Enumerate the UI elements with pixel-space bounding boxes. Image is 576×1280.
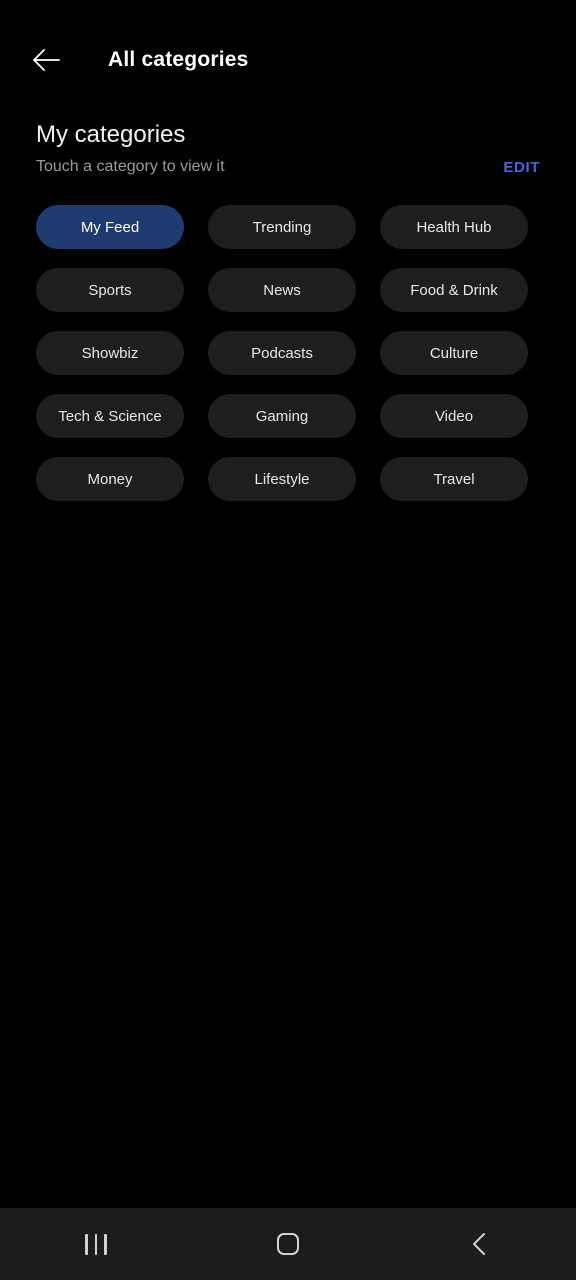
section-subtitle: Touch a category to view it <box>36 158 225 175</box>
category-chip-label: Lifestyle <box>254 470 310 488</box>
section-heading: My categories <box>36 121 186 148</box>
chevron-left-icon <box>473 1233 485 1255</box>
category-chip[interactable]: Money <box>36 457 184 501</box>
category-chip[interactable]: Trending <box>208 205 356 249</box>
category-chip[interactable]: Culture <box>380 331 528 375</box>
my-categories-section-header: My categories Touch a category to view i… <box>0 120 576 178</box>
home-square-icon <box>277 1233 299 1255</box>
app-header: All categories <box>0 0 576 120</box>
category-chip[interactable]: Food & Drink <box>380 268 528 312</box>
category-chip-label: Money <box>87 470 133 488</box>
category-chip-label: Gaming <box>255 407 309 425</box>
category-chip-label: Tech & Science <box>58 407 162 425</box>
category-chip-label: Food & Drink <box>410 281 498 299</box>
category-chip-label: Health Hub <box>416 218 492 236</box>
category-chip[interactable]: My Feed <box>36 205 184 249</box>
category-chip-label: Podcasts <box>251 344 313 362</box>
category-chip[interactable]: News <box>208 268 356 312</box>
category-chip[interactable]: Sports <box>36 268 184 312</box>
android-navigation-bar <box>0 1208 576 1280</box>
category-chip[interactable]: Travel <box>380 457 528 501</box>
category-chip-grid: My Feed Trending Health Hub Sports News Food … <box>0 205 576 501</box>
category-chip[interactable]: Showbiz <box>36 331 184 375</box>
back-button[interactable] <box>26 40 66 80</box>
category-chip-label: Showbiz <box>81 344 139 362</box>
recents-bars-icon <box>85 1233 107 1255</box>
category-chip-label: News <box>263 281 301 299</box>
edit-button[interactable]: EDIT <box>503 159 540 176</box>
category-chip[interactable]: Gaming <box>208 394 356 438</box>
nav-recents-button[interactable] <box>0 1208 192 1280</box>
nav-home-button[interactable] <box>192 1208 384 1280</box>
category-chip[interactable]: Video <box>380 394 528 438</box>
category-chip-label: My Feed <box>80 218 140 236</box>
category-chip[interactable]: Lifestyle <box>208 457 356 501</box>
category-chip-label: Travel <box>433 470 475 488</box>
category-chip-label: Sports <box>88 281 132 299</box>
category-chip[interactable]: Tech & Science <box>36 394 184 438</box>
category-chip-label: Culture <box>429 344 479 362</box>
category-chip-label: Video <box>434 407 474 425</box>
page-title: All categories <box>108 48 249 71</box>
category-chip-label: Trending <box>252 218 312 236</box>
nav-back-button[interactable] <box>384 1208 576 1280</box>
category-chip[interactable]: Podcasts <box>208 331 356 375</box>
category-chip[interactable]: Health Hub <box>380 205 528 249</box>
arrow-left-icon <box>33 49 60 71</box>
